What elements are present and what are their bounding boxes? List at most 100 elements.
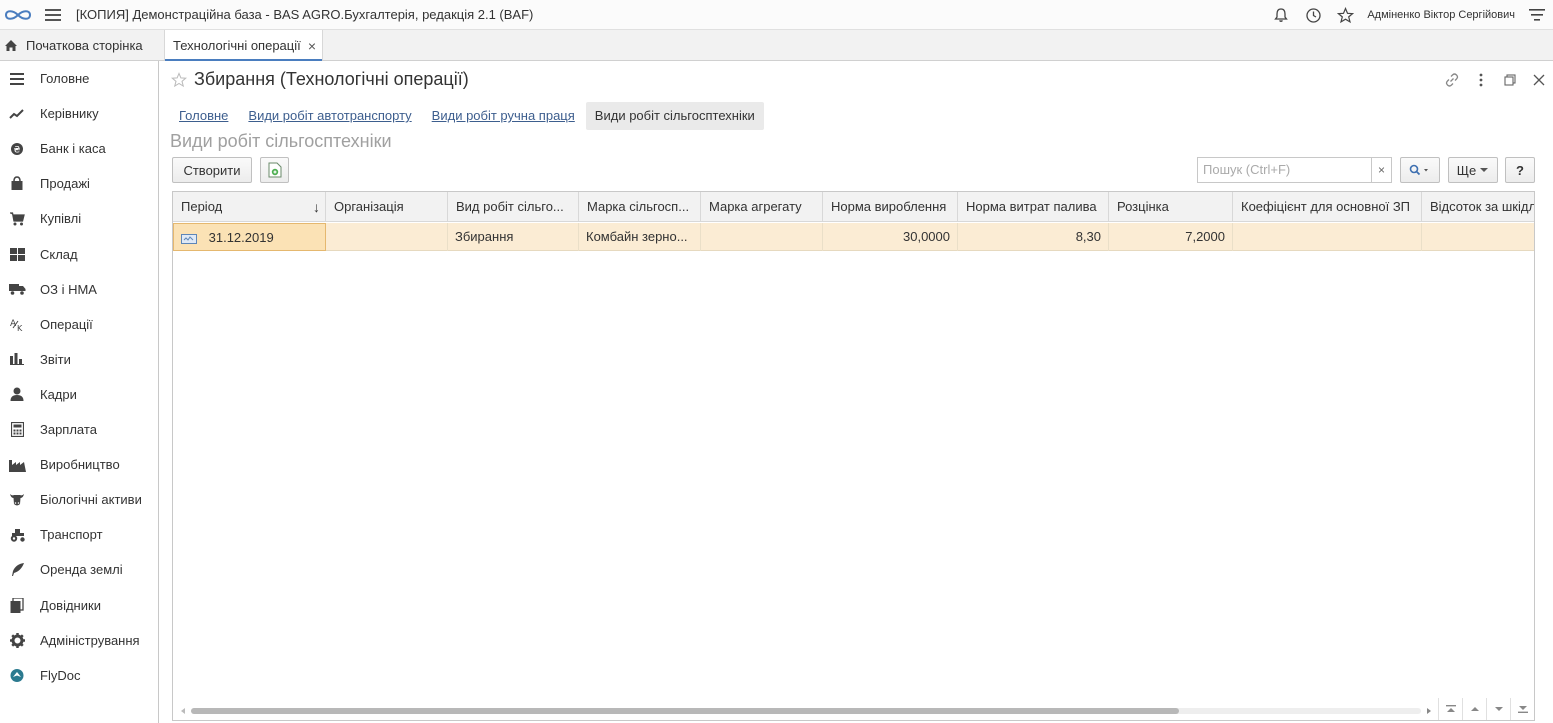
cell-organization[interactable] (326, 223, 448, 251)
tab-close-icon[interactable]: × (308, 38, 316, 54)
horizontal-scrollbar[interactable] (177, 704, 1435, 716)
more-actions-icon[interactable] (1466, 69, 1495, 91)
create-button[interactable]: Створити (172, 157, 252, 183)
user-name[interactable]: Адміненко Віктор Сергійович (1367, 9, 1515, 21)
column-header-work-type[interactable]: Вид робіт сільго... (448, 192, 579, 222)
column-header-machine-brand[interactable]: Марка сільгосп... (579, 192, 701, 222)
sidebar-item[interactable]: Виробництво (0, 447, 158, 482)
close-form-icon[interactable] (1524, 69, 1553, 91)
go-up-icon[interactable] (1462, 698, 1486, 720)
feather-icon (0, 562, 34, 577)
sidebar-item-label: Банк і каса (40, 141, 106, 157)
main-menu-icon[interactable] (40, 0, 66, 30)
cell-harmful-percent[interactable] (1422, 223, 1534, 251)
sidebar-item-label: FlyDoc (40, 667, 81, 683)
sidebar-item-label: Адміністрування (40, 632, 140, 648)
table-row[interactable]: 31.12.2019 Збирання Комбайн зерно... 30,… (173, 223, 1534, 251)
section-link-main[interactable]: Головне (170, 102, 237, 130)
sidebar-item-label: Продажі (40, 176, 90, 192)
form-title: Збирання (Технологічні операції) (194, 69, 469, 89)
export-excel-button[interactable] (260, 157, 289, 183)
cell-machine-brand[interactable]: Комбайн зерно... (579, 223, 701, 251)
table-header: Період ↓ Організація Вид робіт сільго...… (173, 192, 1534, 222)
flydoc-icon (0, 668, 34, 683)
sidebar-item-label: Купівлі (40, 211, 82, 227)
search-clear-icon[interactable]: × (1372, 157, 1392, 183)
sidebar-item[interactable]: Довідники (0, 588, 158, 623)
restore-window-icon[interactable] (1495, 69, 1524, 91)
scroll-right-icon[interactable] (1425, 707, 1433, 715)
cell-output-norm[interactable]: 30,0000 (823, 223, 958, 251)
sidebar-item-label: ОЗ і НМА (40, 281, 97, 297)
cell-period[interactable]: 31.12.2019 (173, 223, 326, 251)
link-icon[interactable] (1437, 69, 1466, 91)
sidebar-item[interactable]: ОЗ і НМА (0, 272, 158, 307)
excel-file-icon (268, 162, 281, 178)
tab-home[interactable]: Початкова сторінка (0, 30, 162, 60)
cell-aggregate-brand[interactable] (701, 223, 823, 251)
column-header-aggregate-brand[interactable]: Марка агрегату (701, 192, 823, 222)
sidebar-item[interactable]: A K Операції (0, 307, 158, 342)
list-navigation (1438, 698, 1534, 720)
go-last-icon[interactable] (1510, 698, 1534, 720)
trend-icon (0, 108, 34, 119)
sidebar-item[interactable]: Керівнику (0, 96, 158, 131)
sidebar-item[interactable]: Продажі (0, 166, 158, 201)
sidebar-item[interactable]: Кадри (0, 377, 158, 412)
cell-rate[interactable]: 7,2000 (1109, 223, 1233, 251)
search-input[interactable]: Пошук (Ctrl+F) (1197, 157, 1372, 183)
command-bar: Створити Пошук (Ctrl+F) × Ще ? (172, 157, 1535, 183)
sidebar-item[interactable]: ₴ Банк і каса (0, 131, 158, 166)
column-header-output-norm[interactable]: Норма вироблення (823, 192, 958, 222)
svg-text:₴: ₴ (14, 145, 21, 155)
form-area: Збирання (Технологічні операції) Головне… (160, 61, 1553, 723)
history-icon[interactable] (1297, 0, 1329, 30)
app-logo-icon[interactable] (2, 0, 34, 30)
column-header-period[interactable]: Період ↓ (173, 192, 326, 222)
gear-icon (0, 632, 34, 648)
tab-label: Технологічні операції (173, 37, 301, 53)
sidebar-item[interactable]: Зарплата (0, 412, 158, 447)
cart-icon (0, 212, 34, 226)
search-button[interactable] (1400, 157, 1440, 183)
add-to-favorites-icon[interactable] (170, 72, 188, 91)
column-header-harmful-percent[interactable]: Відсоток за шкідл (1422, 192, 1534, 222)
cell-fuel-norm[interactable]: 8,30 (958, 223, 1109, 251)
svg-text:K: K (17, 324, 23, 332)
sidebar-item[interactable]: Головне (0, 61, 158, 96)
scroll-thumb[interactable] (191, 708, 1179, 714)
sidebar-item[interactable]: Транспорт (0, 517, 158, 552)
sidebar-item-label: Звіти (40, 351, 71, 367)
section-active-machinery-works[interactable]: Види робіт сільгосптехніки (585, 102, 764, 130)
more-button[interactable]: Ще (1448, 157, 1498, 183)
sidebar-item-label: Операції (40, 316, 93, 332)
bell-icon[interactable] (1265, 0, 1297, 30)
sidebar-item[interactable]: Адміністрування (0, 623, 158, 658)
factory-icon (0, 458, 34, 472)
section-link-vehicle-works[interactable]: Види робіт автотранспорту (239, 102, 420, 130)
settings-menu-icon[interactable] (1521, 0, 1553, 30)
cell-work-type[interactable]: Збирання (448, 223, 579, 251)
section-link-manual-works[interactable]: Види робіт ручна праця (423, 102, 584, 130)
sidebar-item[interactable]: Звіти (0, 342, 158, 377)
go-first-icon[interactable] (1438, 698, 1462, 720)
sidebar-item-label: Зарплата (40, 422, 97, 437)
sidebar-item[interactable]: Оренда землі (0, 552, 158, 587)
app-title: [КОПИЯ] Демонстраційна база - BAS AGRO.Б… (76, 7, 534, 22)
column-header-fuel-norm[interactable]: Норма витрат палива (958, 192, 1109, 222)
sidebar-item[interactable]: Купівлі (0, 201, 158, 236)
sidebar-item[interactable]: Склад (0, 237, 158, 272)
column-header-rate[interactable]: Розцінка (1109, 192, 1233, 222)
column-header-coefficient[interactable]: Коефіцієнт для основної ЗП (1233, 192, 1422, 222)
help-button[interactable]: ? (1505, 157, 1535, 183)
open-tabs-bar: Початкова сторінка Технологічні операції… (0, 30, 1553, 61)
tab-technological-operations[interactable]: Технологічні операції × (164, 30, 323, 61)
warehouse-icon (0, 247, 34, 261)
column-header-organization[interactable]: Організація (326, 192, 448, 222)
cell-coefficient[interactable] (1233, 223, 1422, 251)
sidebar-item[interactable]: Біологічні активи (0, 482, 158, 517)
sidebar-item[interactable]: FlyDoc (0, 658, 158, 693)
favorites-star-icon[interactable] (1329, 0, 1361, 30)
scroll-left-icon[interactable] (179, 707, 187, 715)
go-down-icon[interactable] (1486, 698, 1510, 720)
